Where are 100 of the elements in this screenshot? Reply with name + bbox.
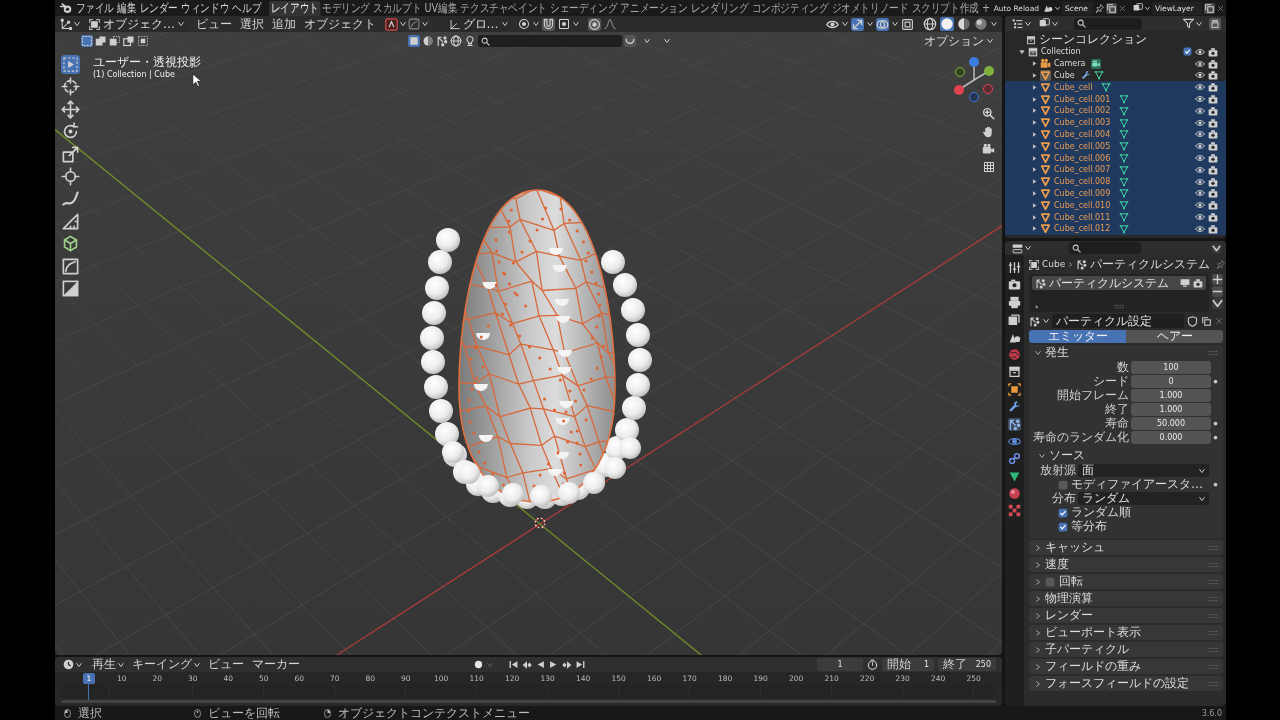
diagonal-arrows-icon[interactable]	[851, 17, 864, 31]
panel-header[interactable]: 物理演算	[1029, 591, 1223, 606]
menu-item[interactable]: ヘルプ	[230, 0, 263, 16]
eye-icon[interactable]	[1195, 70, 1205, 81]
sphere-icon[interactable]	[1008, 487, 1021, 501]
copy-icon[interactable]	[1201, 315, 1212, 327]
triangle-icon[interactable]	[1040, 70, 1051, 81]
caret-right-icon[interactable]	[1032, 73, 1037, 78]
outliner-row[interactable]: Cube_cell.010	[1005, 199, 1226, 212]
number-field[interactable]: 1.000	[1131, 403, 1211, 416]
triangle-icon[interactable]	[1040, 164, 1051, 176]
triangle-vertices-icon[interactable]	[1119, 141, 1130, 152]
previous-keyframe-icon[interactable]	[522, 659, 532, 670]
caret-right-icon[interactable]	[1032, 96, 1037, 102]
ring-dot-icon[interactable]	[587, 17, 601, 31]
dropdown-field[interactable]: ランダム	[1078, 492, 1209, 505]
zoom-in-icon[interactable]	[982, 107, 995, 120]
workspace-tab[interactable]: ジオメトリノード	[830, 1, 910, 16]
options-dropdown[interactable]: オプション	[921, 33, 996, 49]
half-disc-icon[interactable]	[957, 17, 971, 31]
overlapping-squares-icon[interactable]	[1039, 18, 1050, 29]
checkbox-icon[interactable]	[1058, 479, 1068, 490]
collection-name[interactable]: Collection	[1041, 46, 1081, 58]
workspace-tab[interactable]: UV編集	[422, 1, 459, 16]
checker-icon[interactable]	[1008, 504, 1021, 518]
checkbox-icon[interactable]	[1058, 507, 1068, 518]
box-icon[interactable]	[1008, 365, 1021, 379]
eye-icon[interactable]	[1195, 129, 1205, 140]
outline-overlap-icon[interactable]	[123, 35, 135, 47]
eye-icon[interactable]	[1195, 176, 1205, 187]
number-field[interactable]: 100	[1131, 361, 1211, 374]
close-icon[interactable]	[1119, 4, 1126, 12]
disc-icon[interactable]	[940, 17, 954, 31]
workspace-tab[interactable]: レンダリング	[689, 1, 750, 16]
triangle-icon[interactable]	[1040, 105, 1051, 117]
eye-icon[interactable]	[1195, 117, 1205, 128]
square-icon[interactable]	[407, 35, 420, 47]
checkbox-label[interactable]: モディファイアースタ…	[1071, 478, 1203, 491]
workspace-tab[interactable]: モデリング	[320, 1, 372, 16]
camera-icon[interactable]	[1208, 212, 1218, 223]
next-keyframe-icon[interactable]	[562, 659, 572, 670]
triangle-vertices-icon[interactable]	[1119, 223, 1130, 234]
nested-squares-icon[interactable]	[901, 17, 914, 31]
close-icon[interactable]	[1215, 317, 1223, 325]
grid-icon[interactable]	[982, 161, 995, 173]
object-name[interactable]: Cube_cell.004	[1054, 128, 1111, 140]
triangle-vertices-icon[interactable]	[1119, 129, 1130, 140]
workspace-tab[interactable]: スクリプト作成	[910, 1, 981, 16]
triangle-icon[interactable]	[1040, 93, 1051, 105]
camera-icon[interactable]	[1208, 46, 1218, 57]
panel-header[interactable]: ビューポート表示	[1029, 625, 1223, 640]
search-field[interactable]	[1069, 242, 1141, 254]
object-name[interactable]: Cube_cell.001	[1054, 93, 1111, 105]
workspace-tab[interactable]: シェーディング	[548, 1, 619, 16]
caret-right-icon[interactable]	[1032, 202, 1037, 208]
eye-icon[interactable]	[1195, 164, 1205, 175]
plus-icon[interactable]	[1212, 274, 1223, 285]
menu-item[interactable]: 選択	[237, 16, 267, 32]
axis-gizmo-icon[interactable]	[952, 56, 996, 102]
printer-icon[interactable]	[1008, 295, 1021, 309]
eye-icon[interactable]	[1195, 82, 1205, 93]
axes-nodes-icon[interactable]	[60, 18, 72, 30]
panel-header[interactable]: 子パーティクル	[1029, 642, 1223, 657]
triangle-vertices-icon[interactable]	[1119, 153, 1130, 164]
curve-square-icon[interactable]	[61, 256, 80, 276]
menu-item[interactable]: キーイング	[129, 657, 203, 672]
settings-name-field[interactable]: パーティクル設定	[1052, 314, 1184, 328]
workspace-tab[interactable]: コンポジティング	[750, 1, 830, 16]
start-frame-field[interactable]: 開始 1	[882, 658, 934, 671]
menu-item[interactable]: マーカー	[249, 657, 303, 672]
overlapping-squares-icon[interactable]	[95, 35, 107, 47]
dot-icon[interactable]	[1213, 421, 1218, 426]
crosshair-icon[interactable]	[61, 77, 80, 97]
copy-icon[interactable]	[1106, 2, 1117, 14]
workspace-tab[interactable]: アニメーション	[618, 1, 690, 16]
arc-icon[interactable]	[623, 35, 636, 47]
object-name[interactable]: Camera	[1054, 58, 1086, 70]
grip-dots-icon[interactable]	[1113, 304, 1124, 309]
workspace-tab[interactable]: レイアウト	[269, 1, 321, 16]
play-reverse-icon[interactable]	[536, 660, 545, 669]
outliner-row[interactable]: Cube_cell.001	[1005, 93, 1226, 105]
triangle-icon[interactable]	[1040, 128, 1051, 140]
stacked-squares-icon[interactable]	[1133, 3, 1143, 13]
camera-icon[interactable]	[1208, 105, 1218, 116]
video-camera-icon[interactable]	[1040, 58, 1051, 70]
object-name[interactable]: Cube_cell.006	[1054, 152, 1111, 164]
number-field[interactable]: 50.000	[1131, 417, 1211, 430]
menu-item[interactable]: ビュー	[193, 16, 235, 32]
panel-header[interactable]: 発生	[1029, 345, 1223, 360]
squiggle-icon[interactable]	[61, 189, 80, 209]
panel-header[interactable]: キャッシュ	[1029, 540, 1223, 555]
object-name[interactable]: Cube_cell.008	[1054, 176, 1111, 188]
caret-right-icon[interactable]	[1032, 84, 1037, 90]
caret-right-icon[interactable]	[1032, 214, 1037, 220]
outliner-row[interactable]: Cube_cell	[1005, 81, 1226, 94]
camera-icon[interactable]	[1008, 278, 1021, 292]
checkbox-icon[interactable]	[1183, 47, 1192, 57]
list-icon[interactable]	[1012, 18, 1023, 29]
mode-dropdown[interactable]: オブジェク…	[86, 16, 187, 32]
camera-icon[interactable]	[1208, 153, 1218, 164]
